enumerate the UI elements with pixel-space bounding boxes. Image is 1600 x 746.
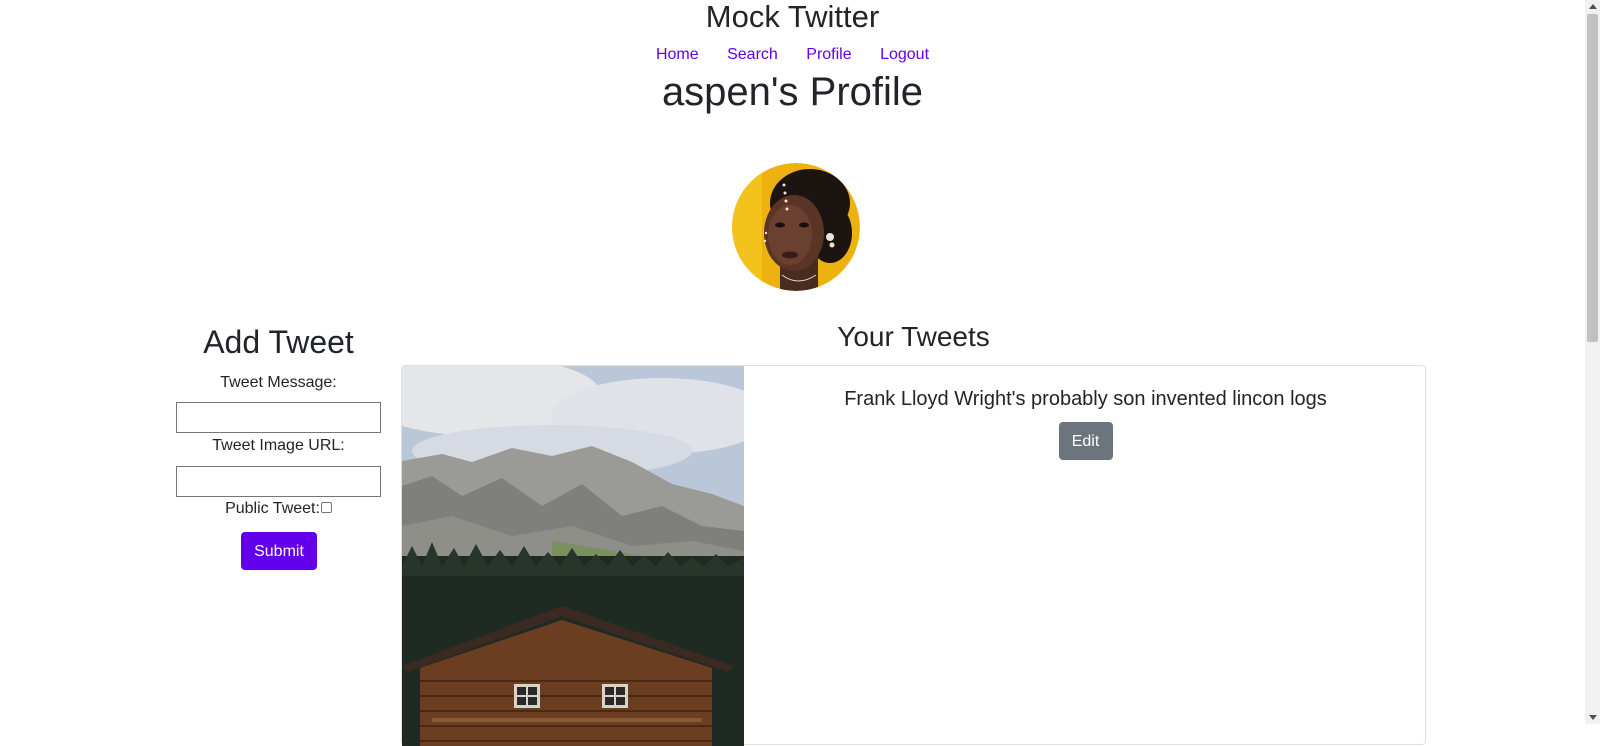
tweet-image	[402, 366, 744, 746]
tweet-text: Frank Lloyd Wright's probably son invent…	[844, 388, 1327, 410]
nav-profile-link[interactable]: Profile	[806, 46, 851, 63]
profile-title: aspen's Profile	[661, 70, 924, 114]
tweet-message-input[interactable]	[176, 402, 381, 433]
page: Mock Twitter Home Search Profile Logout …	[0, 0, 1585, 746]
nav-search-link[interactable]: Search	[727, 46, 778, 63]
scroll-up-arrow-icon[interactable]	[1589, 4, 1597, 9]
nav-logout-link[interactable]: Logout	[880, 46, 929, 63]
tweet-body: Frank Lloyd Wright's probably son invent…	[744, 366, 1427, 460]
your-tweets-heading: Your Tweets	[837, 321, 990, 352]
public-tweet-checkbox[interactable]	[320, 502, 332, 513]
tweet-image-url-label: Tweet Image URL:	[212, 437, 345, 454]
tweet-image-url-input[interactable]	[176, 466, 381, 497]
submit-button[interactable]: Submit	[241, 532, 317, 570]
edit-tweet-button[interactable]: Edit	[1058, 422, 1113, 460]
nav-home-link[interactable]: Home	[656, 46, 699, 63]
add-tweet-heading: Add Tweet	[203, 324, 354, 360]
public-tweet-row: Public Tweet:	[176, 499, 381, 519]
tweet-card: Frank Lloyd Wright's probably son invent…	[401, 365, 1427, 746]
public-tweet-label: Public Tweet:	[225, 500, 320, 517]
scroll-down-arrow-icon[interactable]	[1589, 715, 1597, 720]
main-nav: Home Search Profile Logout	[0, 45, 1585, 65]
add-tweet-form: Add Tweet Tweet Message: Tweet Image URL…	[176, 322, 381, 570]
profile-avatar	[732, 163, 860, 291]
page-scrollbar[interactable]	[1585, 0, 1600, 724]
site-title: Mock Twitter	[705, 0, 880, 34]
tweet-message-label: Tweet Message:	[220, 374, 337, 391]
scroll-thumb[interactable]	[1587, 14, 1598, 342]
